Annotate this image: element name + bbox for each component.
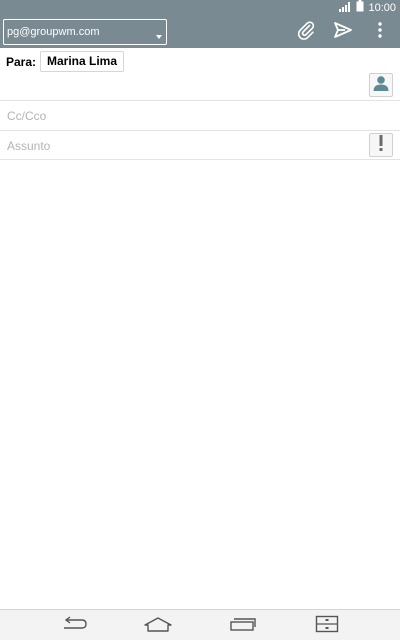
home-button[interactable] (143, 616, 173, 636)
status-bar: 10:00 (0, 0, 400, 16)
recipient-chip[interactable]: Marina Lima (40, 51, 125, 72)
dropdown-caret-icon (155, 28, 163, 39)
account-selector[interactable]: pg@groupwm.com (3, 19, 167, 45)
send-button[interactable] (331, 20, 355, 44)
cc-placeholder: Cc/Cco (7, 109, 47, 123)
back-icon (60, 615, 88, 637)
subject-field[interactable]: Assunto (0, 131, 400, 160)
compose-toolbar: pg@groupwm.com (0, 16, 400, 48)
contact-icon (372, 74, 390, 97)
add-contact-button[interactable] (369, 73, 393, 97)
status-indicators: 10:00 (339, 0, 396, 17)
home-icon (143, 616, 173, 637)
dual-window-button[interactable] (312, 615, 342, 638)
priority-button[interactable] (369, 133, 393, 157)
more-icon (377, 21, 383, 44)
back-button[interactable] (59, 615, 89, 637)
status-time: 10:00 (368, 2, 396, 14)
dual-window-icon (315, 615, 339, 638)
battery-icon (356, 0, 364, 17)
recent-apps-button[interactable] (228, 616, 258, 636)
send-icon (333, 20, 353, 45)
navigation-bar (0, 609, 400, 640)
account-email: pg@groupwm.com (7, 26, 100, 38)
email-compose-screen: 10:00 pg@groupwm.com Para: Marina Lima C… (0, 0, 400, 640)
recent-apps-icon (229, 616, 257, 637)
more-options-button[interactable] (368, 20, 392, 44)
attach-icon (296, 20, 316, 45)
attach-button[interactable] (294, 20, 318, 44)
subject-placeholder: Assunto (7, 139, 51, 153)
signal-icon (339, 0, 352, 17)
to-label: Para: (6, 55, 37, 69)
exclamation-icon (378, 134, 384, 157)
cc-field[interactable]: Cc/Cco (0, 101, 400, 131)
